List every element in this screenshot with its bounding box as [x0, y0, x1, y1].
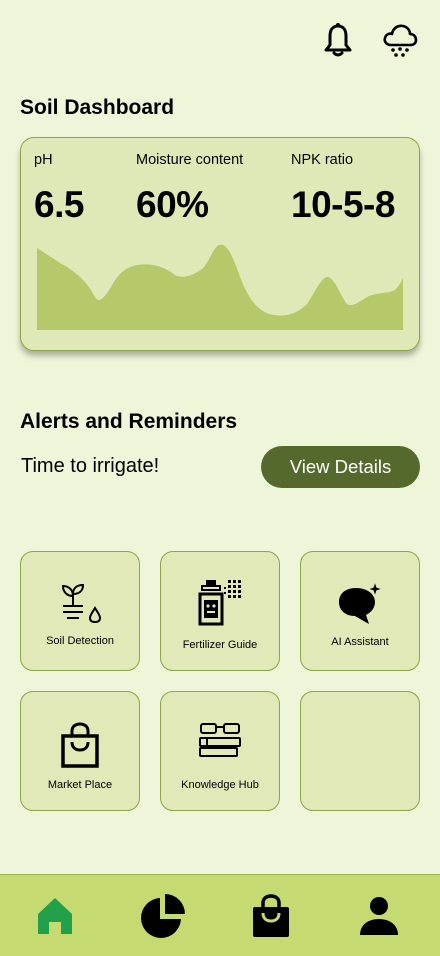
ai-chat-sparkle-icon	[301, 580, 419, 626]
top-bar	[320, 20, 418, 60]
shopping-bag-icon	[21, 722, 139, 768]
metric-label: pH	[34, 152, 53, 168]
alert-message: Time to irrigate!	[21, 455, 160, 477]
shopping-bag-icon	[253, 894, 289, 937]
metric-value: 10-5-8	[291, 184, 395, 225]
soil-trend-area-chart	[37, 244, 403, 330]
tile-ai-assistant[interactable]: AI Assistant	[300, 551, 420, 671]
metric-ph: pH 6.5	[34, 152, 84, 226]
metric-label: Moisture content	[136, 152, 244, 168]
bottom-nav	[0, 874, 440, 956]
tile-label: Soil Detection	[46, 635, 114, 647]
tile-knowledge-hub[interactable]: Knowledge Hub	[160, 691, 280, 811]
metric-value: 60%	[136, 184, 209, 225]
tile-label: Knowledge Hub	[181, 779, 259, 791]
tile-empty[interactable]	[300, 691, 420, 811]
nav-profile[interactable]	[356, 893, 402, 939]
bell-icon[interactable]	[320, 20, 356, 60]
nav-home[interactable]	[32, 893, 78, 939]
view-details-button[interactable]: View Details	[261, 446, 420, 488]
person-icon	[360, 897, 398, 935]
pie-chart-icon	[141, 894, 185, 938]
glasses-books-icon	[161, 720, 279, 760]
home-icon	[38, 898, 72, 934]
metric-moisture: Moisture content 60%	[136, 152, 243, 226]
tile-label: Fertilizer Guide	[182, 639, 258, 651]
fertilizer-bottle-icon	[161, 576, 279, 628]
nav-shop[interactable]	[248, 893, 294, 939]
soil-dashboard-card: pH 6.5 Moisture content 60% NPK ratio 10…	[20, 137, 420, 351]
metric-value: 6.5	[34, 184, 84, 225]
tile-fertilizer-guide[interactable]: Fertilizer Guide	[160, 551, 280, 671]
metric-label: NPK ratio	[291, 152, 354, 168]
cloud-rain-icon[interactable]	[382, 20, 418, 60]
seedling-drop-icon	[21, 582, 139, 624]
tile-market-place[interactable]: Market Place	[20, 691, 140, 811]
metric-npk: NPK ratio 10-5-8	[291, 152, 395, 226]
tile-label: AI Assistant	[331, 636, 389, 648]
alerts-title: Alerts and Reminders	[20, 410, 238, 433]
soil-dashboard-title: Soil Dashboard	[20, 96, 175, 119]
nav-analytics[interactable]	[140, 893, 186, 939]
chart-area	[37, 244, 403, 330]
tile-label: Market Place	[47, 779, 113, 791]
tile-soil-detection[interactable]: Soil Detection	[20, 551, 140, 671]
